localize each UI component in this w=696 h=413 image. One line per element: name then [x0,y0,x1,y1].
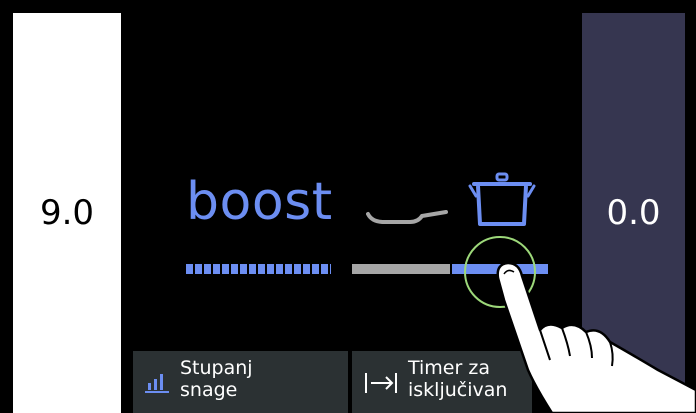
slider-inactive-segment [352,264,450,274]
power-level-label-line1: Stupanj [180,357,253,379]
boost-level-indicator [186,264,331,274]
pot-icon[interactable] [468,172,536,228]
power-level-label-line2: snage [180,379,238,401]
power-level-button[interactable]: Stupanj snage [133,351,348,413]
cooktop-display: 9.0 0.0 boost Stupanj snage Timer za isk… [0,0,696,413]
power-level-icon [145,374,169,393]
pan-icon[interactable] [366,200,448,230]
right-zone-power-value: 0.0 [606,193,661,233]
left-cooking-zone[interactable]: 9.0 [13,13,121,413]
boost-mode-label[interactable]: boost [186,172,333,232]
timer-off-icon [365,373,397,393]
touch-hand-icon [496,261,696,413]
left-zone-power-value: 9.0 [39,193,95,233]
power-level-label: Stupanj snage [180,357,253,401]
